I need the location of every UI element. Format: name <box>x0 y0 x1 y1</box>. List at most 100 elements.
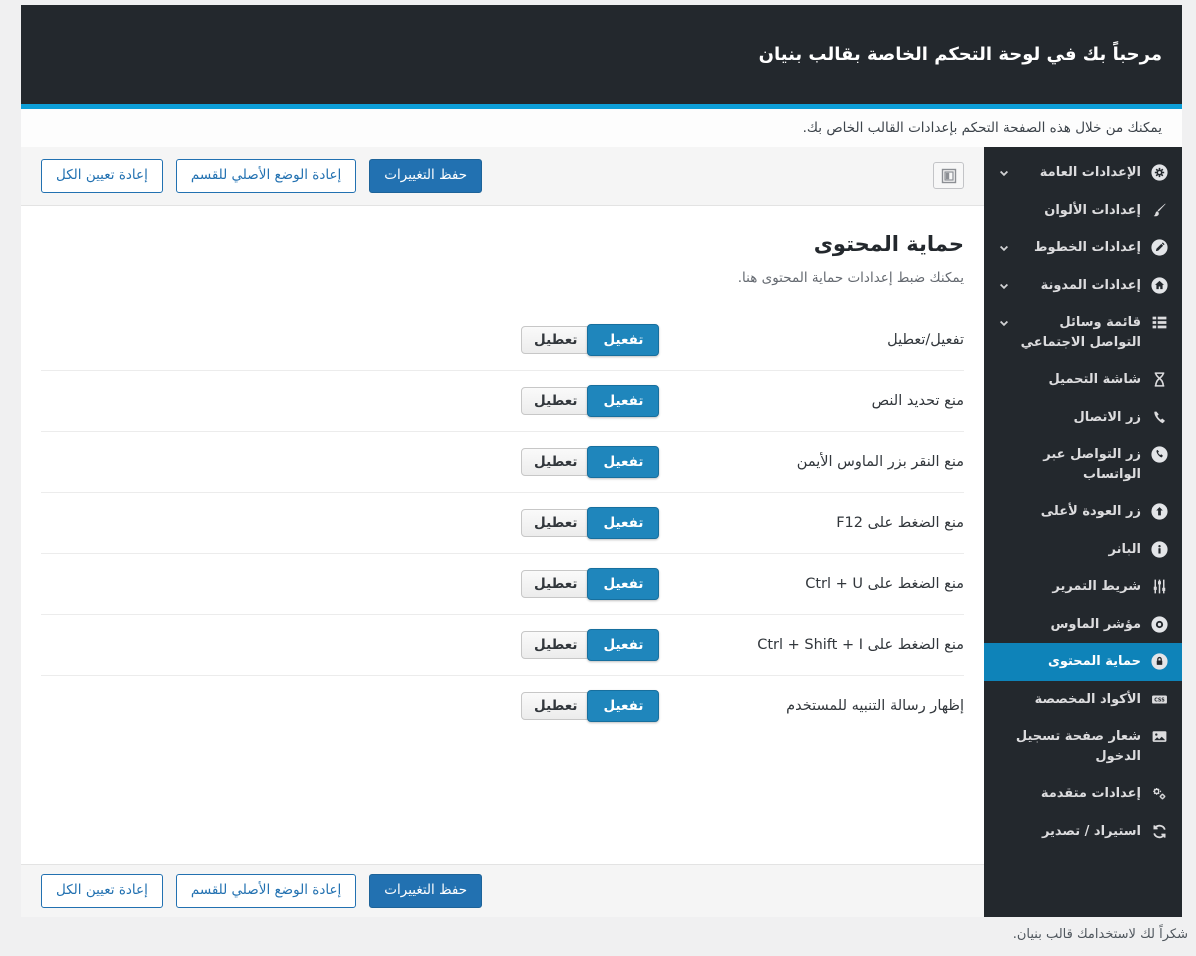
disable-button[interactable]: تعطيل <box>521 508 591 537</box>
sidebar-item-label: إعدادات متقدمة <box>1040 786 1141 801</box>
sidebar-item-social-media-list[interactable]: قائمة وسائل التواصل الاجتماعي <box>984 304 1182 361</box>
setting-control: تفعيل تعطيل <box>41 506 660 539</box>
disable-button[interactable]: تعطيل <box>521 386 591 415</box>
page-header: مرحباً بك في لوحة التحكم الخاصة بقالب بن… <box>21 5 1182 104</box>
enable-button[interactable]: تفعيل <box>587 323 660 356</box>
toggle-switch: تفعيل تعطيل <box>521 689 660 722</box>
setting-label: منع الضغط على Ctrl + U <box>805 575 964 592</box>
chevron-down-icon <box>998 242 1010 254</box>
hourglass-icon <box>1150 371 1168 388</box>
sidebar-item-label: إعدادات الخطوط <box>1033 240 1141 255</box>
panel-layout-icon <box>941 168 957 184</box>
footer-text: شكراً لك لاستخدامك قالب بنيان. <box>1012 927 1188 942</box>
chevron-down-icon <box>998 280 1010 292</box>
save-changes-button[interactable]: حفظ التغييرات <box>369 874 483 908</box>
image-icon <box>1150 728 1168 745</box>
setting-row: منع الضغط على F12 تفعيل تعطيل <box>41 493 964 554</box>
sidebar-item-scrollbar[interactable]: شريط التمرير <box>984 568 1182 606</box>
phone-icon <box>1150 409 1168 426</box>
setting-control: تفعيل تعطيل <box>41 445 660 478</box>
disable-button[interactable]: تعطيل <box>521 691 591 720</box>
sidebar-item-import-export[interactable]: استيراد / تصدير <box>984 813 1182 851</box>
sidebar-item-banner[interactable]: البانر <box>984 531 1182 569</box>
enable-button[interactable]: تفعيل <box>587 384 660 417</box>
sidebar-item-loading-screen[interactable]: شاشة التحميل <box>984 361 1182 399</box>
sidebar-item-custom-codes[interactable]: CSS الأكواد المخصصة <box>984 681 1182 719</box>
whatsapp-icon <box>1150 446 1168 463</box>
sidebar-item-label: زر التواصل عبر الواتساب <box>1043 447 1141 482</box>
disable-button[interactable]: تعطيل <box>521 630 591 659</box>
pencil-icon <box>1150 239 1168 256</box>
disable-button[interactable]: تعطيل <box>521 447 591 476</box>
enable-button[interactable]: تفعيل <box>587 506 660 539</box>
sidebar-item-blog-settings[interactable]: إعدادات المدونة <box>984 267 1182 305</box>
sidebar-item-login-logo[interactable]: شعار صفحة تسجيل الدخول <box>984 718 1182 775</box>
sidebar-item-mouse-cursor[interactable]: مؤشر الماوس <box>984 606 1182 644</box>
enable-button[interactable]: تفعيل <box>587 567 660 600</box>
setting-row: منع الضغط على Ctrl + U تفعيل تعطيل <box>41 554 964 615</box>
sync-icon <box>1150 823 1168 840</box>
content-panel: حفظ التغييرات إعادة الوضع الأصلي للقسم إ… <box>21 147 984 917</box>
sidebar-item-whatsapp-button[interactable]: زر التواصل عبر الواتساب <box>984 436 1182 493</box>
reset-section-button[interactable]: إعادة الوضع الأصلي للقسم <box>175 159 357 193</box>
sidebar-item-font-settings[interactable]: إعدادات الخطوط <box>984 229 1182 267</box>
sidebar-item-advanced-settings[interactable]: إعدادات متقدمة <box>984 775 1182 813</box>
page-title: مرحباً بك في لوحة التحكم الخاصة بقالب بن… <box>758 44 1162 65</box>
sidebar-item-label: البانر <box>1108 541 1142 557</box>
enable-button[interactable]: تفعيل <box>587 445 660 478</box>
setting-control: تفعيل تعطيل <box>41 323 660 356</box>
arrow-up-circle-icon <box>1150 503 1168 520</box>
sidebar-item-back-to-top[interactable]: زر العودة لأعلى <box>984 493 1182 531</box>
svg-text:CSS: CSS <box>1154 697 1165 703</box>
setting-row: منع تحديد النص تفعيل تعطيل <box>41 371 964 432</box>
list-icon <box>1150 314 1168 331</box>
sidebar-item-label: الأكواد المخصصة <box>1034 691 1141 707</box>
sidebar-item-general-settings[interactable]: الإعدادات العامة <box>984 154 1182 192</box>
info-icon <box>1150 540 1168 558</box>
setting-row: إظهار رسالة التنبيه للمستخدم تفعيل تعطيل <box>41 676 964 736</box>
sliders-icon <box>1150 578 1168 595</box>
toolbar-actions: حفظ التغييرات إعادة الوضع الأصلي للقسم إ… <box>41 159 483 193</box>
setting-label: منع الضغط على F12 <box>836 514 964 531</box>
save-changes-button[interactable]: حفظ التغييرات <box>369 159 483 193</box>
enable-button[interactable]: تفعيل <box>587 689 660 722</box>
cursor-icon <box>1150 615 1168 633</box>
sidebar-item-call-button[interactable]: زر الاتصال <box>984 399 1182 437</box>
section-description: يمكنك ضبط إعدادات حماية المحتوى هنا. <box>737 269 964 286</box>
sidebar-item-label: شعار صفحة تسجيل الدخول <box>1015 729 1141 764</box>
setting-label: منع تحديد النص <box>871 392 964 409</box>
gear-icon <box>1150 164 1168 181</box>
chevron-down-icon <box>998 317 1010 329</box>
setting-control: تفعيل تعطيل <box>41 628 660 661</box>
sidebar-item-label: شريط التمرير <box>1052 579 1141 594</box>
reset-all-button[interactable]: إعادة تعيين الكل <box>41 159 163 193</box>
setting-row: منع الضغط على Ctrl + Shift + I تفعيل تعط… <box>41 615 964 676</box>
toggle-switch: تفعيل تعطيل <box>521 506 660 539</box>
toggle-switch: تفعيل تعطيل <box>521 323 660 356</box>
sidebar-item-color-settings[interactable]: إعدادات الألوان <box>984 192 1182 230</box>
toggle-switch: تفعيل تعطيل <box>521 567 660 600</box>
disable-button[interactable]: تعطيل <box>521 569 591 598</box>
sidebar-item-label: استيراد / تصدير <box>1041 823 1141 839</box>
home-icon <box>1150 276 1168 294</box>
disable-button[interactable]: تعطيل <box>521 325 591 354</box>
sidebar-item-label: قائمة وسائل التواصل الاجتماعي <box>1020 315 1141 350</box>
sidebar-item-label: مؤشر الماوس <box>1050 616 1141 632</box>
setting-row: تفعيل/تعطيل تفعيل تعطيل <box>41 310 964 371</box>
setting-control: تفعيل تعطيل <box>41 567 660 600</box>
section-body: حماية المحتوى يمكنك ضبط إعدادات حماية ال… <box>21 206 984 865</box>
panel-toggle-button[interactable] <box>933 162 964 190</box>
setting-row: منع النقر بزر الماوس الأيمن تفعيل تعطيل <box>41 432 964 493</box>
sidebar-item-label: شاشة التحميل <box>1048 372 1142 387</box>
chevron-down-icon <box>998 167 1010 179</box>
enable-button[interactable]: تفعيل <box>587 628 660 661</box>
reset-section-button[interactable]: إعادة الوضع الأصلي للقسم <box>175 874 357 908</box>
sidebar-item-content-protection[interactable]: حماية المحتوى <box>984 643 1182 681</box>
setting-control: تفعيل تعطيل <box>41 384 660 417</box>
top-toolbar: حفظ التغييرات إعادة الوضع الأصلي للقسم إ… <box>21 147 984 206</box>
toggle-switch: تفعيل تعطيل <box>521 445 660 478</box>
reset-all-button[interactable]: إعادة تعيين الكل <box>41 874 163 908</box>
toggle-switch: تفعيل تعطيل <box>521 384 660 417</box>
css-icon: CSS <box>1150 691 1168 708</box>
bottom-toolbar: حفظ التغييرات إعادة الوضع الأصلي للقسم إ… <box>21 864 984 917</box>
